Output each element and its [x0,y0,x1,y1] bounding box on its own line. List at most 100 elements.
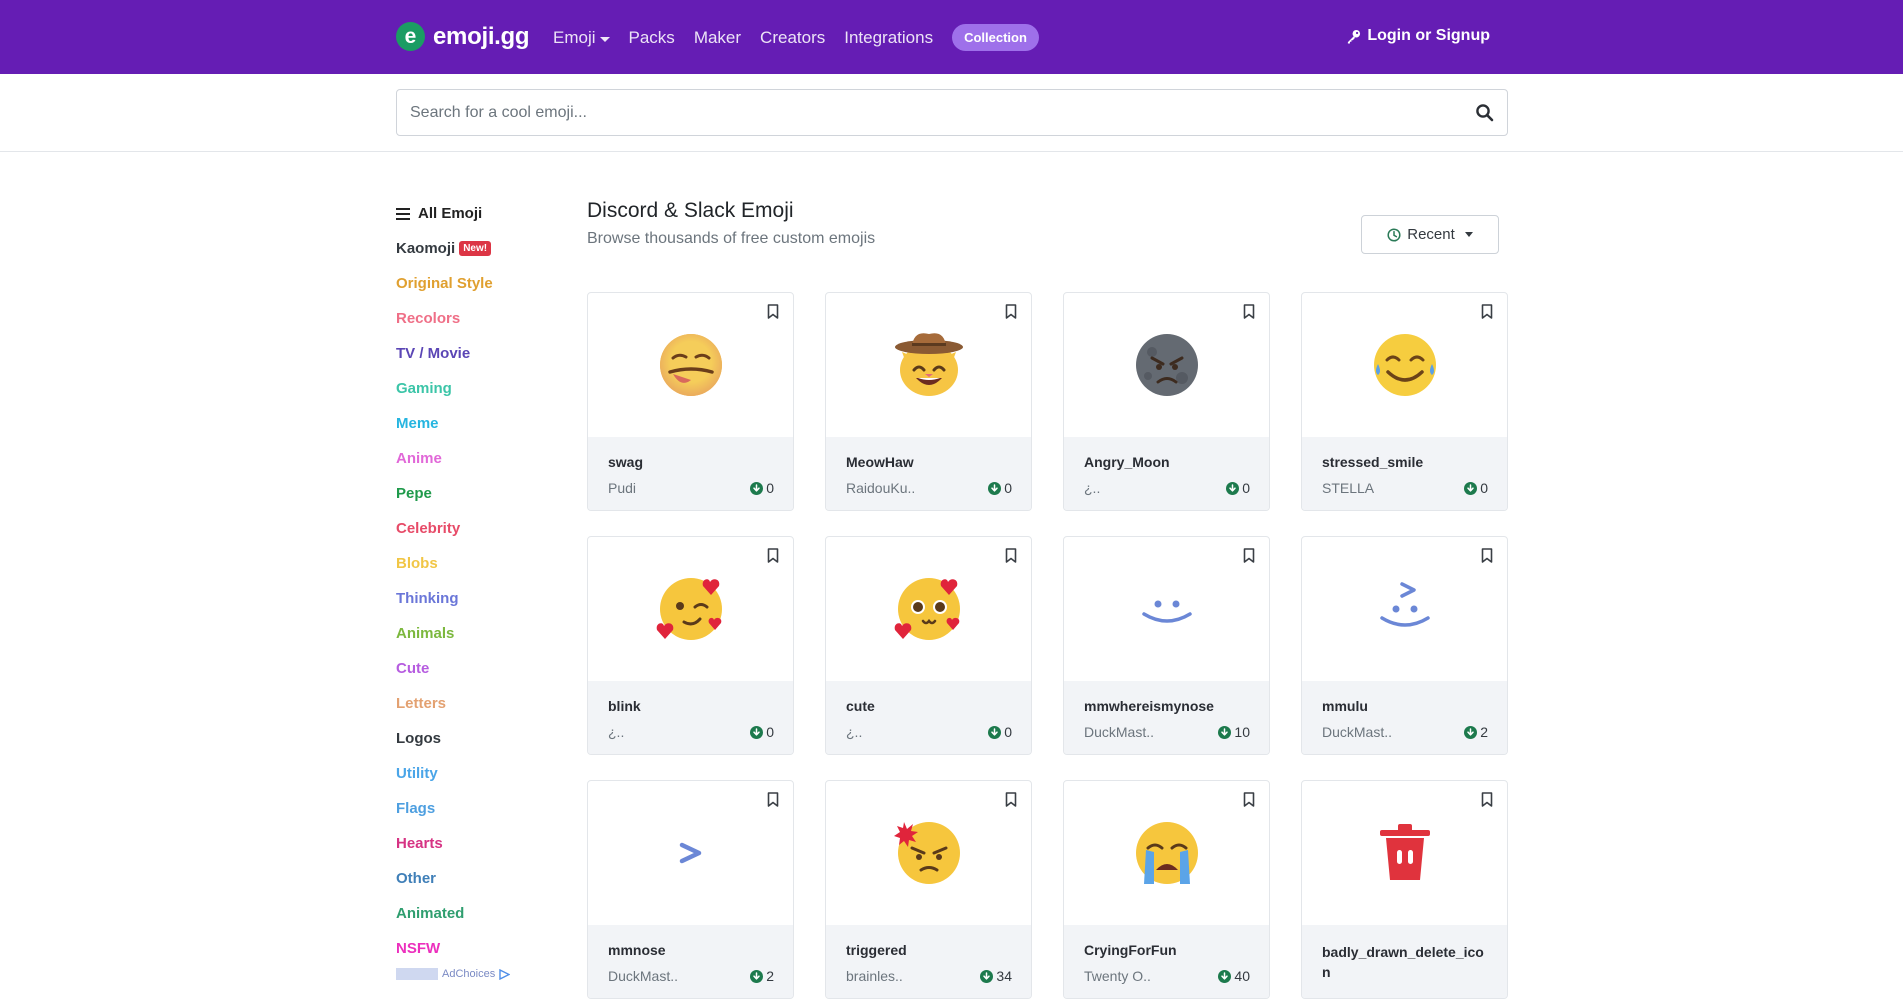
sidebar-item-original-style[interactable]: Original Style [396,266,556,301]
sidebar-item-other[interactable]: Other [396,861,556,896]
emoji-author[interactable]: DuckMast.. [608,968,678,984]
nav-integrations-link[interactable]: Integrations [844,28,933,48]
emoji-image[interactable] [1064,781,1269,925]
brand-logo-link[interactable]: e emoji.gg [396,22,530,51]
chevron-down-icon [599,36,610,42]
bookmark-icon[interactable] [767,548,779,563]
sidebar-item-nsfw[interactable]: NSFW [396,931,556,966]
trash-can-icon [1379,824,1430,880]
bookmark-icon[interactable] [767,304,779,319]
search-icon[interactable] [1475,103,1495,123]
emoji-card[interactable]: stressed_smile STELLA 0 [1301,292,1508,511]
emoji-image[interactable] [1302,537,1507,681]
emoji-name[interactable]: MeowHaw [846,454,914,470]
sidebar-item-anime[interactable]: Anime [396,441,556,476]
sidebar-item-hearts[interactable]: Hearts [396,826,556,861]
nav-creators-link[interactable]: Creators [760,28,825,48]
bookmark-icon[interactable] [1481,304,1493,319]
download-icon [1464,725,1478,739]
emoji-name[interactable]: stressed_smile [1322,454,1423,470]
emoji-image[interactable] [826,781,1031,925]
sidebar-item-gaming[interactable]: Gaming [396,371,556,406]
emoji-image[interactable] [1302,781,1507,925]
emoji-image[interactable] [826,537,1031,681]
emoji-name[interactable]: cute [846,698,875,714]
login-signup-link[interactable]: Login or Signup [1346,27,1490,45]
bookmark-icon[interactable] [1481,792,1493,807]
bookmark-icon[interactable] [1005,792,1017,807]
bookmark-icon[interactable] [1243,304,1255,319]
emoji-author[interactable]: Twenty O.. [1084,968,1151,984]
sidebar-item-animated[interactable]: Animated [396,896,556,931]
emoji-card[interactable]: mmulu DuckMast.. 2 [1301,536,1508,755]
emoji-author[interactable]: ¿.. [608,724,624,740]
emoji-image[interactable] [1064,537,1269,681]
emoji-author[interactable]: Pudi [608,480,636,496]
emoji-author[interactable]: DuckMast.. [1084,724,1154,740]
new-badge: New! [459,241,492,256]
download-count-value: 2 [1480,724,1488,740]
emoji-author[interactable]: brainles.. [846,968,903,984]
emoji-image[interactable] [1064,293,1269,437]
emoji-image[interactable] [588,293,793,437]
search-input[interactable] [397,90,1447,135]
search-band [0,74,1903,152]
sidebar-item-letters[interactable]: Letters [396,686,556,721]
emoji-image[interactable] [588,537,793,681]
emoji-name[interactable]: mmwhereismynose [1084,698,1214,714]
emoji-card[interactable]: mmnose DuckMast.. 2 [587,780,794,999]
emoji-author[interactable]: STELLA [1322,480,1374,496]
sidebar-item-animals[interactable]: Animals [396,616,556,651]
nav-emoji-dropdown[interactable]: Emoji [553,28,610,48]
emoji-name[interactable]: triggered [846,942,907,958]
emoji-card[interactable]: CryingForFun Twenty O.. 40 [1063,780,1270,999]
bookmark-icon[interactable] [1005,304,1017,319]
bookmark-icon[interactable] [1005,548,1017,563]
emoji-image[interactable] [588,781,793,925]
bookmark-icon[interactable] [1481,548,1493,563]
sidebar-item-utility[interactable]: Utility [396,756,556,791]
sidebar-item-flags[interactable]: Flags [396,791,556,826]
sidebar-item-celebrity[interactable]: Celebrity [396,511,556,546]
emoji-image[interactable] [1302,293,1507,437]
emoji-card[interactable]: blink ¿.. 0 [587,536,794,755]
bookmark-icon[interactable] [1243,548,1255,563]
sidebar-item-all-emoji[interactable]: All Emoji [396,196,556,231]
emoji-author[interactable]: RaidouKu.. [846,480,915,496]
emoji-card[interactable]: badly_drawn_delete_icon [1301,780,1508,999]
emoji-author[interactable]: DuckMast.. [1322,724,1392,740]
emoji-name[interactable]: mmnose [608,942,666,958]
emoji-image[interactable] [826,293,1031,437]
emoji-card[interactable]: mmwhereismynose DuckMast.. 10 [1063,536,1270,755]
bookmark-icon[interactable] [767,792,779,807]
emoji-card[interactable]: MeowHaw RaidouKu.. 0 [825,292,1032,511]
emoji-card[interactable]: Angry_Moon ¿.. 0 [1063,292,1270,511]
sidebar-item-pepe[interactable]: Pepe [396,476,556,511]
emoji-name[interactable]: Angry_Moon [1084,454,1170,470]
bookmark-icon[interactable] [1243,792,1255,807]
sidebar-item-label: Cute [396,660,430,677]
emoji-card[interactable]: swag Pudi 0 [587,292,794,511]
sidebar-item-cute[interactable]: Cute [396,651,556,686]
emoji-name[interactable]: blink [608,698,641,714]
nav-maker-link[interactable]: Maker [694,28,741,48]
sidebar-item-kaomoji[interactable]: Kaomoji New! [396,231,556,266]
emoji-author[interactable]: ¿.. [846,724,862,740]
sidebar-item-recolors[interactable]: Recolors [396,301,556,336]
sidebar-item-logos[interactable]: Logos [396,721,556,756]
emoji-name[interactable]: swag [608,454,643,470]
sidebar-item-tv-movie[interactable]: TV / Movie [396,336,556,371]
nav-packs-link[interactable]: Packs [629,28,675,48]
collection-button[interactable]: Collection [952,24,1039,51]
emoji-card[interactable]: triggered brainles.. 34 [825,780,1032,999]
sidebar-item-meme[interactable]: Meme [396,406,556,441]
sidebar-item-thinking[interactable]: Thinking [396,581,556,616]
sort-dropdown-button[interactable]: Recent [1361,215,1499,254]
emoji-name[interactable]: badly_drawn_delete_icon [1322,942,1492,982]
emoji-name[interactable]: mmulu [1322,698,1368,714]
emoji-name[interactable]: CryingForFun [1084,942,1177,958]
sidebar-item-blobs[interactable]: Blobs [396,546,556,581]
sidebar-item-label: TV / Movie [396,345,471,362]
emoji-card[interactable]: cute ¿.. 0 [825,536,1032,755]
emoji-author[interactable]: ¿.. [1084,480,1100,496]
